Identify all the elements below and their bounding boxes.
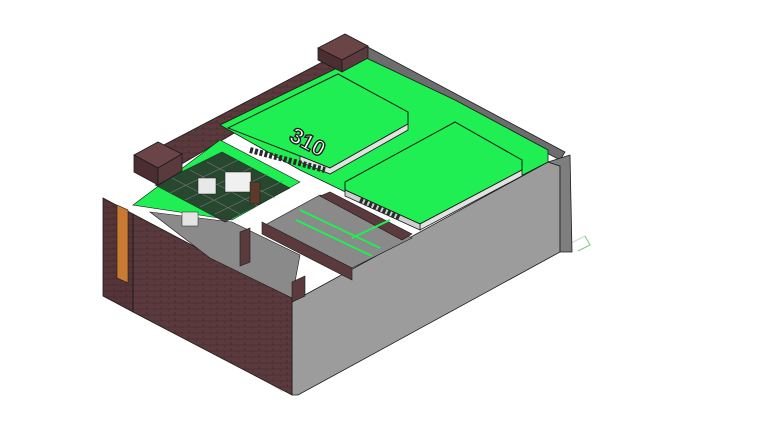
door-panel xyxy=(116,204,129,284)
isometric-building-model[interactable]: 310 xyxy=(0,0,777,445)
3d-model-viewport[interactable]: 310 xyxy=(0,0,777,445)
